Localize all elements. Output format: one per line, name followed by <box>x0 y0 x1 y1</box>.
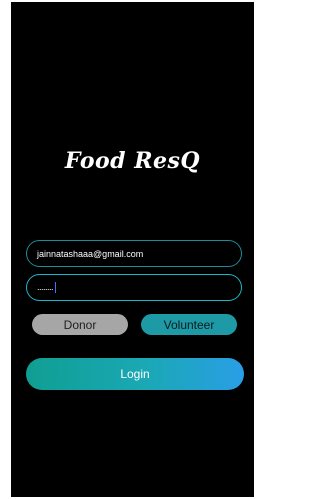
password-value: ........ <box>37 282 54 292</box>
donor-button[interactable]: Donor <box>32 314 128 335</box>
app-screen: Food ResQ jainnatashaaa@gmail.com ......… <box>11 2 254 497</box>
password-field[interactable]: ........ <box>26 274 242 301</box>
app-title: Food ResQ <box>64 148 201 174</box>
text-cursor <box>55 282 57 293</box>
email-value: jainnatashaaa@gmail.com <box>37 248 144 259</box>
login-button[interactable]: Login <box>26 358 244 390</box>
email-field[interactable]: jainnatashaaa@gmail.com <box>26 240 242 267</box>
volunteer-button[interactable]: Volunteer <box>141 314 237 335</box>
